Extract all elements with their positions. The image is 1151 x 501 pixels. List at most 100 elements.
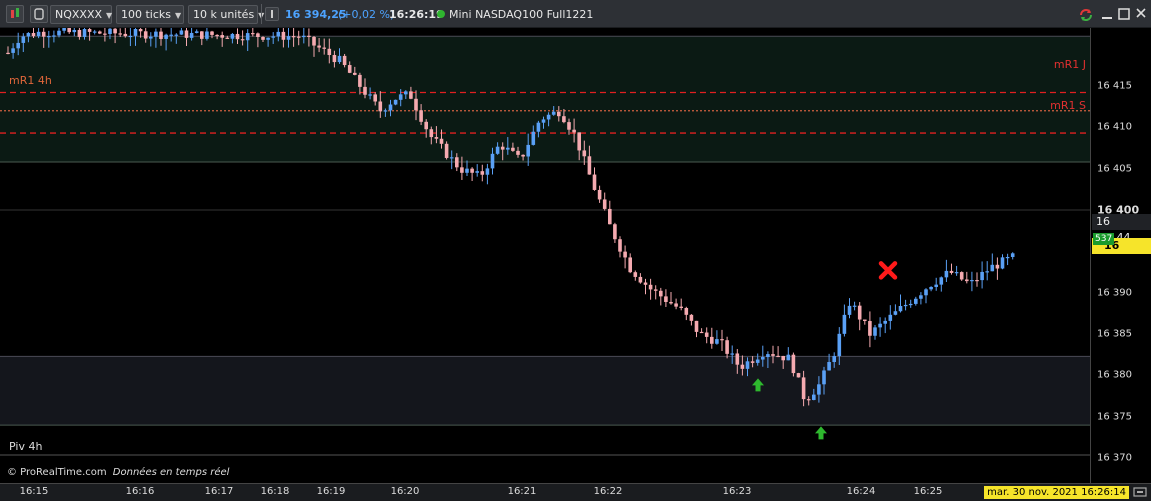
maximize-icon[interactable] [1118,8,1130,23]
units-select[interactable]: 10 k unités▼ [188,5,264,24]
candle-body [393,99,398,105]
candle-body [424,121,428,130]
candle-body [169,34,173,36]
time-tick-label: 16:16 [125,486,155,497]
candle-body [990,264,995,272]
period-select[interactable]: 100 ticks ▼ [116,5,184,24]
candle-body [628,257,632,273]
candle-body [455,157,459,168]
candle-body [495,146,500,154]
candle-body [92,31,97,33]
candle-body [883,320,887,324]
candle-body [720,339,724,341]
candle-body [149,36,153,39]
candle-body [21,36,26,43]
candle-body [133,29,138,36]
price-chart[interactable]: mR1 J mR1 4h mR1 S Piv 4h © ProRealTime.… [0,18,1090,483]
candle-body [36,31,41,37]
chart-type-icon[interactable] [6,5,24,23]
candlestick-chart [0,18,1090,456]
candle-body [291,36,296,38]
candle-body [914,298,918,304]
candle-body [582,150,587,157]
refresh-icon[interactable] [1078,7,1094,23]
candle-body [944,270,949,278]
candle-body [903,304,908,307]
candle-body [409,91,413,99]
candle-body [347,65,352,73]
candle-body [378,101,383,112]
candle-body [557,111,561,117]
candle-body [975,280,979,282]
chevron-down-icon: ▼ [175,11,182,20]
candle-body [643,282,648,285]
candle-body [837,333,842,357]
candle-body [123,33,128,37]
candle-body [368,94,372,96]
candle-body [164,34,168,39]
candle-body [363,86,367,95]
candle-body [128,35,133,38]
time-tick-label: 16:22 [593,486,623,497]
candle-body [781,356,785,361]
candle-body [832,356,836,363]
candle-body [750,361,755,363]
candle-body [143,31,148,39]
candle-body [868,321,872,336]
candle-body [302,35,306,38]
price-tick-label: 16 375 [1097,411,1132,423]
candle-body [154,31,158,37]
candle-body [898,306,903,312]
candle-body [118,33,122,35]
candle-body [878,323,882,328]
candle-body [245,33,250,41]
candle-body [235,33,240,40]
candle-body [276,31,281,37]
realtime-text: Données en temps réel [112,467,230,478]
candle-body [475,171,479,173]
candle-body [562,116,566,123]
candle-body [1000,257,1005,269]
realtime-status-dot [437,10,445,18]
candle-body [648,284,653,290]
candle-body [281,31,286,40]
close-icon[interactable] [1135,7,1147,22]
candle-body [796,373,801,378]
link-icon[interactable] [30,5,48,23]
candle-body [271,36,275,38]
symbol-select[interactable]: NQXXXX ▼ [50,5,112,24]
settings-icon[interactable] [1133,486,1147,501]
candle-body [873,327,877,336]
candle-body [959,272,964,280]
candle-body [919,295,923,299]
candle-body [220,35,224,38]
time-tick-label: 16:15 [19,486,49,497]
candle-body [511,147,515,151]
date-badge: mar. 30 nov. 2021 16:26:14 [984,486,1129,499]
candle-body [587,156,592,175]
time-axis[interactable]: mar. 30 nov. 2021 16:26:14 16:15 16:16 16:… [0,483,1151,501]
candle-body [230,33,235,39]
candle-body [77,29,82,37]
candle-body [602,199,607,209]
candle-body [322,47,326,49]
candle-body [62,27,66,31]
candle-body [674,303,678,307]
zone-band [0,36,1090,163]
candle-body [465,168,469,173]
minimize-icon[interactable] [1101,8,1113,23]
candle-body [87,29,92,32]
bar-info-icon[interactable] [265,7,279,21]
buy-signal-arrow [815,426,827,440]
candle-body [618,239,622,252]
candle-body [924,289,928,296]
candle-body [444,143,449,158]
candle-body [965,279,969,282]
time-tick-label: 16:19 [316,486,346,497]
candle-body [434,137,439,139]
candle-body [791,354,796,374]
candle-body [761,357,765,360]
candle-body [1005,256,1010,259]
candle-body [929,286,933,290]
candle-body [251,33,255,35]
